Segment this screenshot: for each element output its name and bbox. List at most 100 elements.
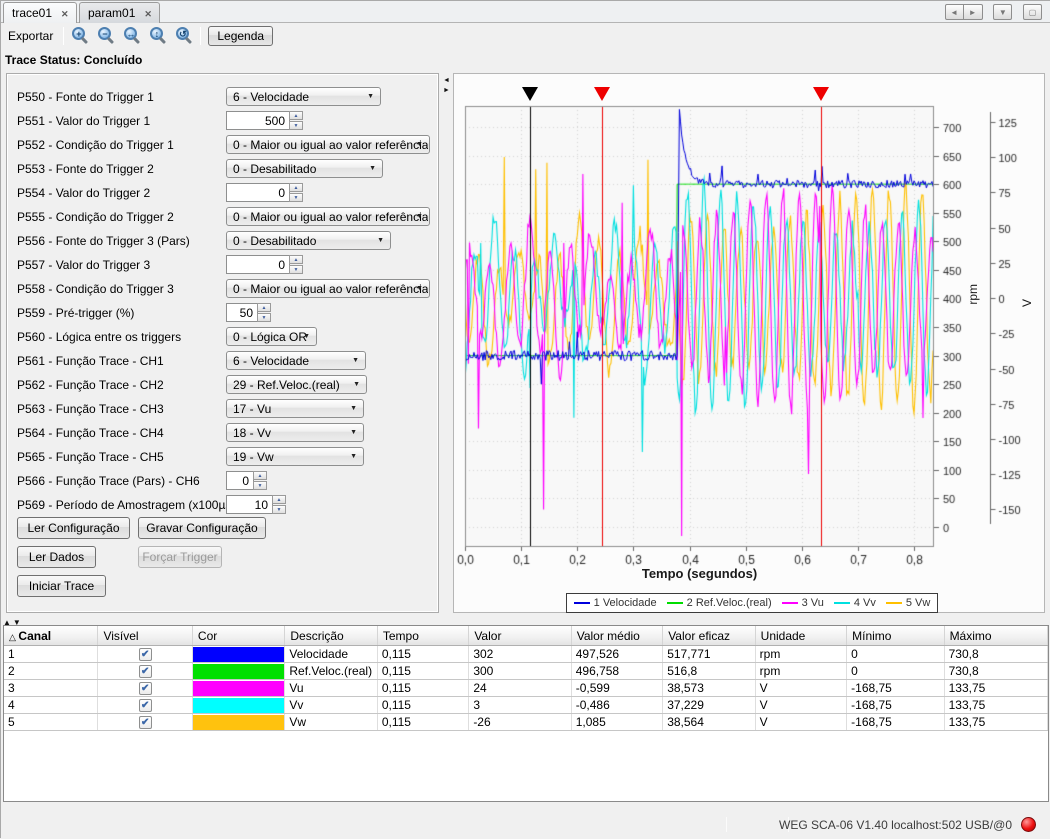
- cell: 133,75: [945, 697, 1048, 713]
- table-header-cell-vis-vel[interactable]: Visível: [98, 626, 192, 645]
- param-select-P556[interactable]: 0 - Desabilitado▼: [226, 231, 391, 250]
- tab-param01[interactable]: param01✕: [79, 2, 160, 23]
- tab-scroll-right-button[interactable]: ►: [964, 4, 983, 20]
- spin-down-icon[interactable]: ▼: [253, 481, 267, 490]
- cursor-marker[interactable]: [522, 87, 538, 101]
- cell: 1: [4, 646, 98, 662]
- table-header-cell-valor[interactable]: Valor: [469, 626, 571, 645]
- spin-up-icon[interactable]: ▲: [289, 255, 303, 264]
- table-header-cell-cor[interactable]: Cor: [193, 626, 285, 645]
- exportar-menu[interactable]: Exportar: [1, 25, 60, 47]
- param-spinner-P559[interactable]: 50▲▼: [226, 303, 271, 322]
- param-select-P555[interactable]: 0 - Maior ou igual ao valor referência▼: [226, 207, 430, 226]
- table-header-cell-canal[interactable]: △ Canal: [4, 626, 98, 645]
- channel-color-swatch[interactable]: [193, 647, 284, 662]
- tab-trace01[interactable]: trace01✕: [3, 2, 77, 23]
- param-select-P561[interactable]: 6 - Velocidade▼: [226, 351, 366, 370]
- param-select-P564[interactable]: 18 - Vv▼: [226, 423, 364, 442]
- vertical-splitter[interactable]: ◄ ►: [442, 73, 451, 613]
- channel-color-swatch[interactable]: [193, 698, 284, 713]
- spinner-value[interactable]: 10: [226, 495, 273, 514]
- param-select-P560[interactable]: 0 - Lógica OR▼: [226, 327, 317, 346]
- zoom-reset-glyph: ↺: [176, 27, 189, 40]
- table-header-cell-valor-m-dio[interactable]: Valor médio: [572, 626, 663, 645]
- param-select-P558[interactable]: 0 - Maior ou igual ao valor referência▼: [226, 279, 430, 298]
- param-spinner-P554[interactable]: 0▲▼: [226, 183, 303, 202]
- param-spinner-P557[interactable]: 0▲▼: [226, 255, 303, 274]
- cell-cor: [193, 697, 285, 713]
- gravar-configura-o-button[interactable]: Gravar Configuração: [138, 517, 266, 539]
- spin-up-icon[interactable]: ▲: [257, 303, 271, 312]
- visible-checkbox[interactable]: ✔: [139, 648, 152, 661]
- table-header-cell-valor-eficaz[interactable]: Valor eficaz: [663, 626, 755, 645]
- param-spinner-P566[interactable]: 0▲▼: [226, 471, 267, 490]
- channel-color-swatch[interactable]: [193, 715, 284, 730]
- param-spinner-P551[interactable]: 500▲▼: [226, 111, 303, 130]
- close-icon[interactable]: ✕: [144, 9, 152, 20]
- tab-scroll-left-button[interactable]: ◄: [945, 4, 964, 20]
- chevron-down-icon: ▼: [369, 165, 376, 172]
- zoom-vertical-glyph: ↕: [150, 27, 163, 40]
- selected-value: 0 - Desabilitado: [233, 162, 316, 176]
- param-spinner-P569[interactable]: 10▲▼: [226, 495, 286, 514]
- table-header-cell-tempo[interactable]: Tempo: [378, 626, 469, 645]
- legenda-toggle-button[interactable]: Legenda: [208, 26, 273, 46]
- zoom-out-icon[interactable]: −: [94, 24, 118, 46]
- channel-color-swatch[interactable]: [193, 681, 284, 696]
- param-select-P552[interactable]: 0 - Maior ou igual ao valor referência▼: [226, 135, 430, 154]
- zoom-horizontal-icon[interactable]: ↔: [120, 24, 144, 46]
- channel-color-swatch[interactable]: [193, 664, 284, 679]
- horizontal-splitter[interactable]: ▲▼: [1, 614, 1050, 625]
- spin-up-icon[interactable]: ▲: [272, 495, 286, 504]
- close-icon[interactable]: ✕: [61, 9, 69, 20]
- spin-up-icon[interactable]: ▲: [289, 183, 303, 192]
- collapse-left-icon[interactable]: ◄: [442, 76, 451, 86]
- spinner-value[interactable]: 0: [226, 255, 290, 274]
- chevron-down-icon: ▼: [367, 93, 374, 100]
- trigger-2-marker[interactable]: [813, 87, 829, 101]
- trigger-1-marker[interactable]: [594, 87, 610, 101]
- spin-down-icon[interactable]: ▼: [289, 121, 303, 130]
- spin-up-icon[interactable]: ▲: [253, 471, 267, 480]
- visible-checkbox[interactable]: ✔: [139, 716, 152, 729]
- spin-down-icon[interactable]: ▼: [257, 313, 271, 322]
- iniciar-trace-button[interactable]: Iniciar Trace: [17, 575, 106, 597]
- param-label-P559: P559 - Pré-trigger (%): [17, 306, 134, 320]
- zoom-in-icon[interactable]: +: [68, 24, 92, 46]
- table-header-cell-m-nimo[interactable]: Mínimo: [847, 626, 944, 645]
- restore-window-button[interactable]: ▢: [1023, 4, 1042, 20]
- cell: 302: [469, 646, 571, 662]
- cell: 38,564: [663, 714, 755, 730]
- spinner-value[interactable]: 0: [226, 471, 254, 490]
- visible-checkbox[interactable]: ✔: [139, 665, 152, 678]
- zoom-reset-icon[interactable]: ↺: [172, 24, 196, 46]
- param-label-P557: P557 - Valor do Trigger 3: [17, 258, 150, 272]
- visible-checkbox[interactable]: ✔: [139, 682, 152, 695]
- spinner-value[interactable]: 50: [226, 303, 258, 322]
- trace-chart-canvas[interactable]: [454, 74, 1044, 612]
- table-header-cell-descri-o[interactable]: Descrição: [285, 626, 377, 645]
- spin-down-icon[interactable]: ▼: [289, 265, 303, 274]
- table-header-cell-m-ximo[interactable]: Máximo: [945, 626, 1048, 645]
- param-select-P550[interactable]: 6 - Velocidade▼: [226, 87, 381, 106]
- spin-down-icon[interactable]: ▼: [272, 505, 286, 514]
- selected-value: 6 - Velocidade: [233, 354, 309, 368]
- column-title: Valor eficaz: [668, 629, 730, 643]
- spinner-value[interactable]: 0: [226, 183, 290, 202]
- cell-visivel: ✔: [98, 663, 192, 679]
- param-select-P553[interactable]: 0 - Desabilitado ▼: [226, 159, 383, 178]
- table-header-cell-unidade[interactable]: Unidade: [756, 626, 847, 645]
- legend-line-icon: [782, 602, 798, 604]
- param-select-P562[interactable]: 29 - Ref.Veloc.(real)▼: [226, 375, 367, 394]
- spin-down-icon[interactable]: ▼: [289, 193, 303, 202]
- param-select-P565[interactable]: 19 - Vw▼: [226, 447, 364, 466]
- visible-checkbox[interactable]: ✔: [139, 699, 152, 712]
- ler-dados-button[interactable]: Ler Dados: [17, 546, 96, 568]
- spinner-value[interactable]: 500: [226, 111, 290, 130]
- spin-up-icon[interactable]: ▲: [289, 111, 303, 120]
- tab-list-dropdown-button[interactable]: ▼: [993, 4, 1012, 20]
- param-select-P563[interactable]: 17 - Vu▼: [226, 399, 364, 418]
- expand-right-icon[interactable]: ►: [442, 86, 451, 96]
- ler-configura-o-button[interactable]: Ler Configuração: [17, 517, 130, 539]
- zoom-vertical-icon[interactable]: ↕: [146, 24, 170, 46]
